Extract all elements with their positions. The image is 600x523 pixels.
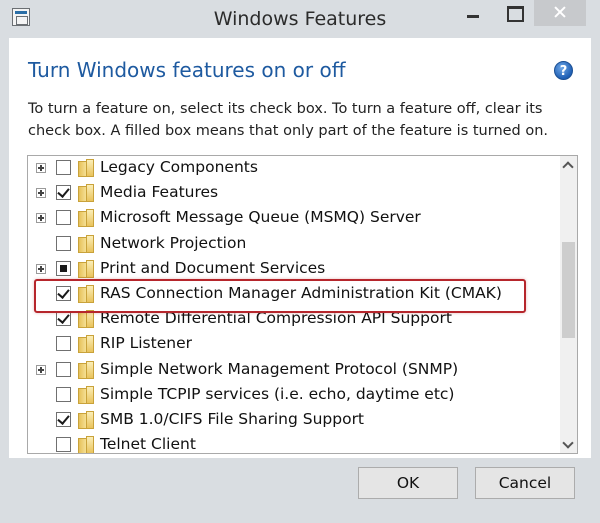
feature-row[interactable]: Telnet Client [28,433,558,454]
feature-label: SMB 1.0/CIFS File Sharing Support [100,410,365,428]
feature-label: Simple TCPIP services (i.e. echo, daytim… [100,384,455,403]
folder-icon [77,335,94,354]
feature-label: RAS Connection Manager Administration Ki… [100,284,502,302]
feature-label: Print and Document Services [100,258,326,277]
folder-icon [77,259,94,278]
folder-icon [77,385,94,404]
feature-row[interactable]: RIP Listener [28,332,558,357]
feature-row[interactable]: SMB 1.0/CIFS File Sharing Support [28,408,558,433]
folder-icon [77,184,94,203]
expand-plus-icon[interactable] [36,163,46,173]
feature-row[interactable]: Network Projection [28,232,558,257]
minimize-button[interactable] [455,0,493,26]
windows-features-dialog: Windows Features Turn Windows features o… [0,0,600,523]
ok-button[interactable]: OK [358,467,458,499]
feature-label: Legacy Components [100,158,258,176]
feature-row[interactable]: Remote Differential Compression API Supp… [28,307,558,332]
feature-checkbox[interactable] [56,260,71,276]
folder-icon [77,310,94,329]
feature-label: Network Projection [100,233,247,252]
feature-label: Simple Network Management Protocol (SNMP… [100,359,459,378]
vertical-scrollbar[interactable] [560,156,577,453]
feature-row[interactable]: Print and Document Services [28,257,558,282]
feature-checkbox[interactable] [56,286,71,301]
folder-icon [77,360,94,379]
maximize-button[interactable] [495,0,533,26]
features-tree[interactable]: Legacy Components Media Features Microsoft… [27,155,578,454]
expand-plus-icon[interactable] [36,364,46,375]
feature-label: Telnet Client [100,435,196,454]
feature-checkbox[interactable] [56,412,71,427]
feature-checkbox[interactable] [56,386,71,402]
folder-icon [77,159,94,177]
scroll-down-arrow-icon[interactable] [560,436,577,453]
feature-label: RIP Listener [100,334,192,353]
feature-row[interactable]: Legacy Components [28,156,558,181]
feature-label: Microsoft Message Queue (MSMQ) Server [100,208,421,227]
page-title: Turn Windows features on or off [28,58,346,82]
folder-icon [77,436,94,453]
feature-checkbox[interactable] [56,160,71,175]
feature-checkbox[interactable] [56,361,71,377]
expand-plus-icon[interactable] [36,263,46,274]
expand-plus-icon[interactable] [36,188,46,199]
scroll-up-arrow-icon[interactable] [560,156,577,173]
feature-row[interactable]: Media Features [28,181,558,206]
feature-checkbox[interactable] [56,437,71,453]
feature-row[interactable]: Microsoft Message Queue (MSMQ) Server [28,206,558,231]
folder-icon [77,234,94,253]
feature-checkbox[interactable] [56,311,71,327]
close-button[interactable] [534,0,586,26]
folder-icon [77,209,94,228]
instructions-text: To turn a feature on, select its check b… [28,101,549,139]
help-icon[interactable]: ? [554,61,573,80]
feature-checkbox[interactable] [56,336,71,352]
feature-row[interactable]: RAS Connection Manager Administration Ki… [28,282,558,307]
scroll-thumb[interactable] [562,242,575,338]
folder-icon [77,411,94,429]
feature-label: Media Features [100,183,219,202]
feature-row[interactable]: Simple Network Management Protocol (SNMP… [28,358,558,383]
feature-checkbox[interactable] [56,210,71,226]
expand-plus-icon[interactable] [36,213,46,224]
folder-icon [77,285,94,303]
title-bar[interactable]: Windows Features [0,0,600,38]
cancel-button[interactable]: Cancel [475,467,575,499]
feature-checkbox[interactable] [56,185,71,201]
feature-row[interactable]: Simple TCPIP services (i.e. echo, daytim… [28,383,558,408]
content-panel: Turn Windows features on or off ? To tur… [9,38,591,458]
feature-checkbox[interactable] [56,235,71,251]
feature-label: Remote Differential Compression API Supp… [100,309,452,328]
